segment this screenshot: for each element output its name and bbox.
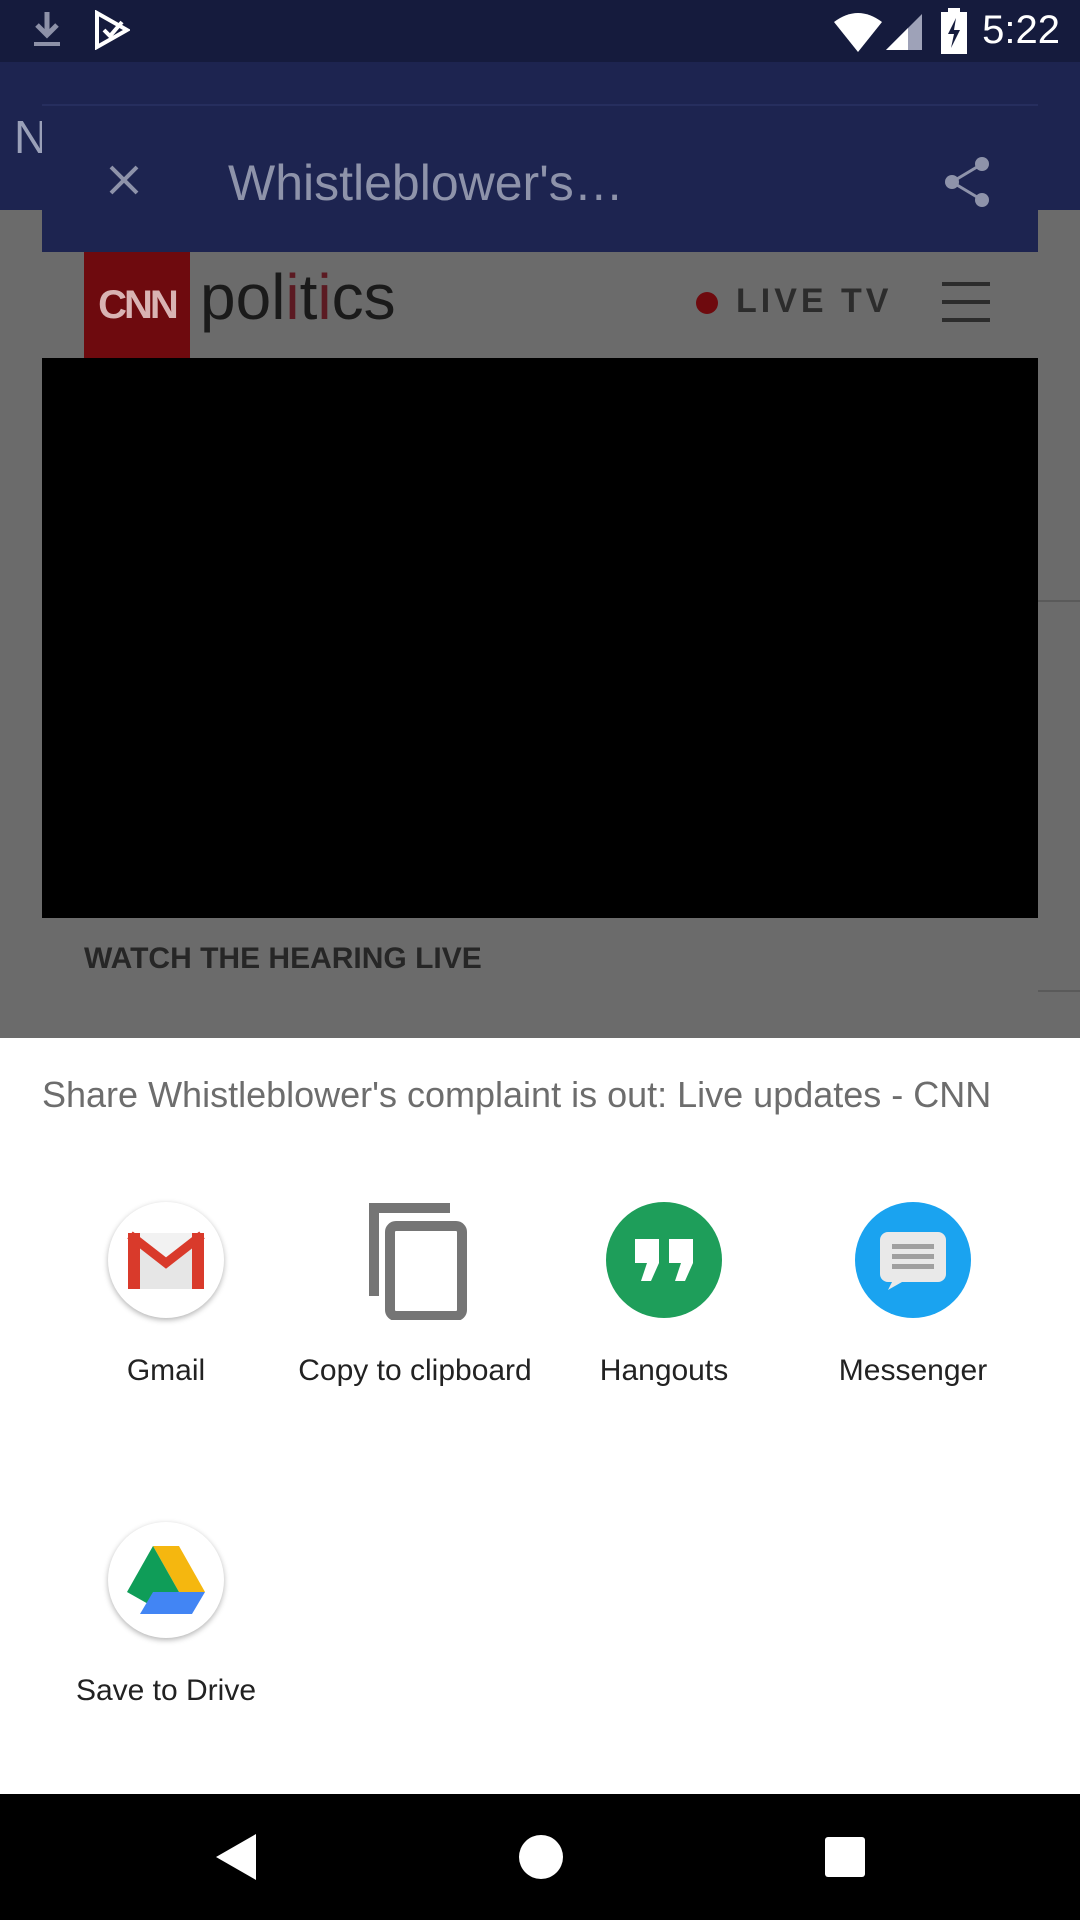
share-target-label: Messenger [838,1354,988,1387]
messenger-icon [855,1202,971,1318]
share-target-clipboard[interactable]: Copy to clipboard [290,1202,540,1432]
navigation-bar [0,1794,1080,1920]
share-target-label: Hangouts [599,1354,729,1387]
download-icon [34,12,60,46]
clipboard-icon [357,1202,473,1320]
status-bar: 5:22 [0,0,1080,62]
divider [1038,990,1080,992]
battery-charging-icon [941,8,967,54]
cnn-header: CNN politics LIVE TV [42,252,1038,358]
share-sheet: Share Whistleblower's complaint is out: … [0,1038,1080,1794]
divider [1038,600,1080,602]
video-player[interactable] [42,358,1038,918]
wifi-icon [834,13,882,52]
live-tv-link[interactable]: LIVE TV [736,282,892,321]
status-time: 5:22 [982,8,1060,52]
live-dot-icon [696,292,718,314]
share-target-gmail[interactable]: Gmail [41,1202,291,1432]
share-target-label: Copy to clipboard [298,1354,532,1387]
play-store-icon [95,10,130,50]
share-icon[interactable] [940,154,996,210]
hamburger-icon[interactable] [942,282,990,326]
cnn-logo[interactable]: CNN [84,252,190,358]
share-sheet-title: Share Whistleblower's complaint is out: … [42,1074,992,1115]
gmail-icon [108,1202,224,1318]
home-icon[interactable] [518,1834,564,1880]
share-target-hangouts[interactable]: Hangouts [539,1202,789,1432]
hangouts-icon [606,1202,722,1318]
signal-icon [886,14,922,50]
tab-title: Whistleblower's… [228,155,624,211]
recents-icon[interactable] [824,1836,866,1878]
back-icon[interactable] [214,1832,258,1882]
section-title: politics [200,261,396,333]
video-caption: WATCH THE HEARING LIVE [84,942,482,975]
close-icon[interactable] [94,150,154,210]
share-target-messenger[interactable]: Messenger [788,1202,1038,1432]
drive-icon [108,1522,224,1638]
share-target-drive[interactable]: Save to Drive [41,1522,291,1752]
custom-tab-toolbar: Whistleblower's… [42,104,1038,254]
share-target-label: Save to Drive [75,1674,257,1707]
share-target-label: Gmail [126,1354,206,1387]
